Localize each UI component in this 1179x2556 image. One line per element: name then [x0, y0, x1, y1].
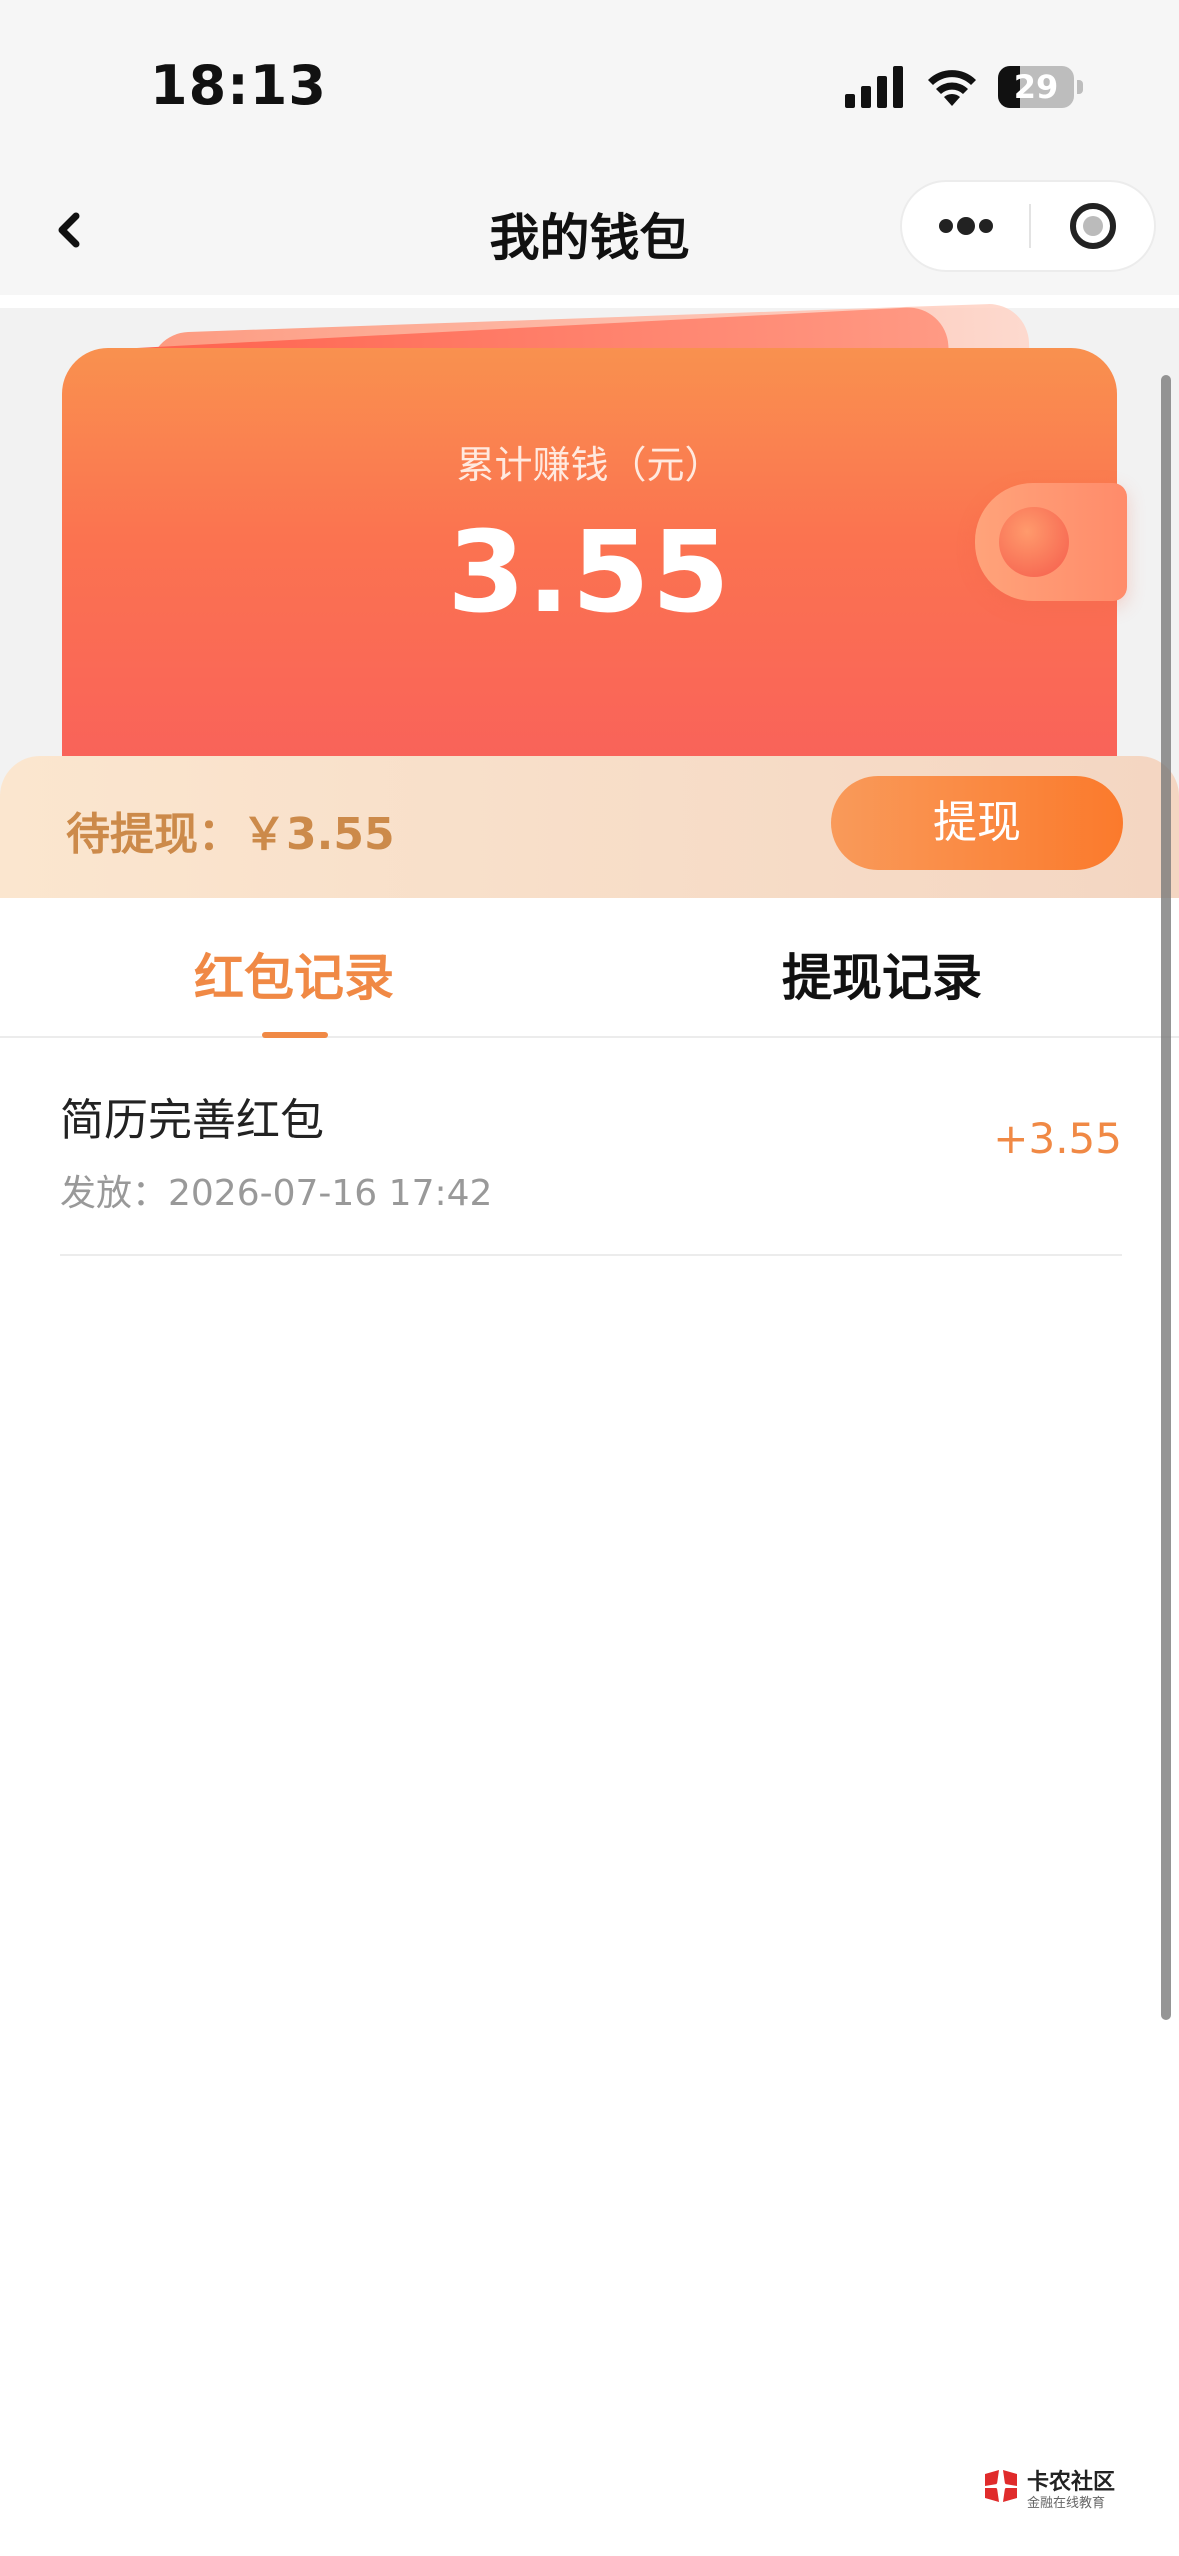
clasp-dot	[999, 507, 1069, 577]
close-circle-icon	[1070, 203, 1116, 249]
pending-withdraw-text: 待提现：￥3.55	[66, 809, 395, 860]
close-button[interactable]	[1030, 182, 1156, 270]
tab-withdraw-records[interactable]: 提现记录	[682, 938, 1082, 1010]
kanong-logo-icon	[985, 2470, 1017, 2502]
more-dots-icon	[939, 217, 993, 235]
watermark-subtitle: 金融在线教育	[1027, 2496, 1106, 2511]
signal-icon	[845, 66, 903, 108]
withdraw-button[interactable]: 提现	[831, 776, 1123, 870]
total-earned-amount: 3.55	[447, 508, 732, 638]
record-amount: +3.55	[993, 1114, 1122, 1163]
record-title: 简历完善红包	[60, 1095, 324, 1146]
wifi-icon	[928, 70, 976, 106]
wallet-card: 累计赚钱（元） 3.55	[62, 348, 1117, 768]
status-bar: 18:13 29	[0, 0, 1179, 170]
wallet-area: 累计赚钱（元） 3.55 待提现：￥3.55 提现	[0, 302, 1179, 898]
page: 18:13 29 我的钱包 累计赚钱（元） 3.55 待提现：￥3.55 提现 …	[0, 0, 1179, 2556]
mini-program-capsule	[900, 180, 1156, 272]
nav-bar: 我的钱包	[0, 170, 1179, 295]
record-time: 发放：2026-07-16 17:42	[60, 1173, 493, 1214]
pending-bar: 待提现：￥3.55 提现	[0, 756, 1179, 898]
more-button[interactable]	[902, 182, 1030, 270]
status-time: 18:13	[150, 54, 327, 117]
watermark: 卡农社区 金融在线教育	[975, 2462, 1135, 2514]
total-earned-label: 累计赚钱（元）	[456, 443, 723, 487]
scrollbar[interactable]	[1161, 375, 1171, 2020]
battery-level: 29	[1013, 68, 1059, 106]
tab-red-packet-records[interactable]: 红包记录	[94, 938, 494, 1010]
battery-icon: 29	[998, 66, 1084, 108]
wallet-clasp-icon	[975, 483, 1127, 601]
list-item[interactable]: 简历完善红包 发放：2026-07-16 17:42 +3.55	[60, 1036, 1122, 1256]
record-tabs: 红包记录 提现记录	[0, 898, 1179, 1038]
